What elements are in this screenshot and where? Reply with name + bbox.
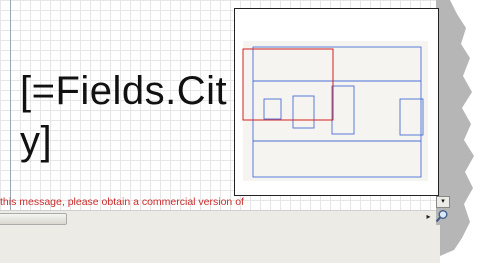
status-area [0, 225, 440, 263]
city-field-textbox[interactable]: [=Fields.Cit y] [20, 66, 227, 166]
triangle-down-icon[interactable]: ▾ [436, 196, 450, 208]
page-thumbnail [242, 41, 428, 181]
scrollbar-thumb[interactable] [0, 213, 67, 225]
magnifier-icon[interactable] [435, 209, 449, 223]
margin-guide [10, 0, 11, 210]
trial-watermark-text: this message, please obtain a commercial… [0, 196, 244, 208]
triangle-right-icon[interactable]: ▸ [423, 211, 434, 223]
navigator-overview-panel[interactable] [234, 8, 439, 196]
horizontal-scrollbar[interactable] [0, 210, 436, 225]
